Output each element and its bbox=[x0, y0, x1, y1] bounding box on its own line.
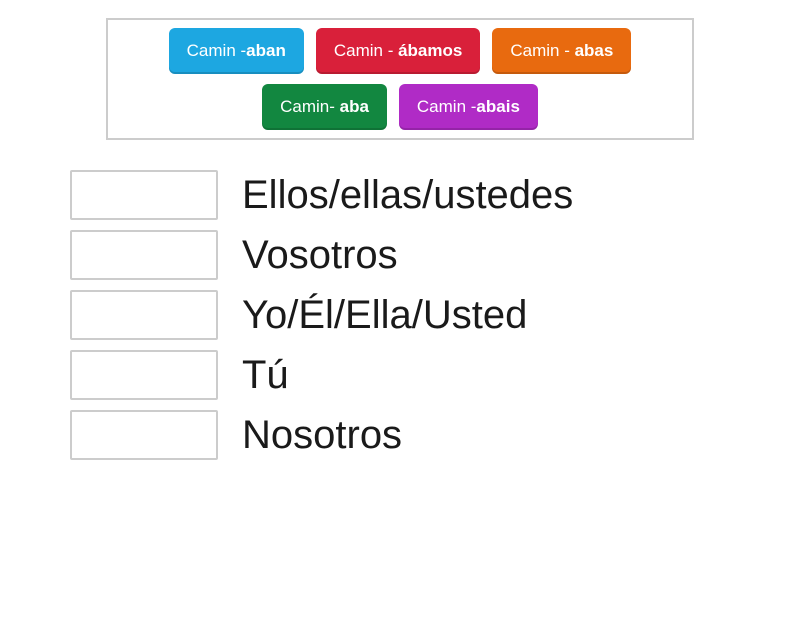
prompt-label: Tú bbox=[242, 354, 289, 396]
tile-abamos[interactable]: Camin - ábamos bbox=[316, 28, 480, 74]
tile-suffix: aban bbox=[246, 41, 286, 60]
dropzone[interactable] bbox=[70, 170, 218, 220]
dropzone[interactable] bbox=[70, 410, 218, 460]
tile-suffix: ábamos bbox=[398, 41, 462, 60]
tile-prefix: Camin - bbox=[334, 41, 398, 60]
tile-prefix: Camin - bbox=[510, 41, 574, 60]
match-row: Yo/Él/Ella/Usted bbox=[70, 290, 800, 340]
prompt-label: Yo/Él/Ella/Usted bbox=[242, 294, 527, 336]
prompt-label: Ellos/ellas/ustedes bbox=[242, 174, 573, 216]
tile-suffix: aba bbox=[340, 97, 369, 116]
dropzone[interactable] bbox=[70, 350, 218, 400]
tile-suffix: abais bbox=[476, 97, 519, 116]
dropzone[interactable] bbox=[70, 290, 218, 340]
match-list: Ellos/ellas/ustedes Vosotros Yo/Él/Ella/… bbox=[70, 170, 800, 460]
tile-tray: Camin -aban Camin - ábamos Camin - abas … bbox=[106, 18, 694, 140]
match-row: Nosotros bbox=[70, 410, 800, 460]
match-row: Tú bbox=[70, 350, 800, 400]
tile-abas[interactable]: Camin - abas bbox=[492, 28, 631, 74]
match-row: Ellos/ellas/ustedes bbox=[70, 170, 800, 220]
tile-prefix: Camin- bbox=[280, 97, 340, 116]
dropzone[interactable] bbox=[70, 230, 218, 280]
tile-prefix: Camin - bbox=[187, 41, 247, 60]
prompt-label: Nosotros bbox=[242, 414, 402, 456]
match-row: Vosotros bbox=[70, 230, 800, 280]
prompt-label: Vosotros bbox=[242, 234, 398, 276]
tile-aban[interactable]: Camin -aban bbox=[169, 28, 304, 74]
tile-aba[interactable]: Camin- aba bbox=[262, 84, 387, 130]
tile-suffix: abas bbox=[575, 41, 614, 60]
tile-prefix: Camin - bbox=[417, 97, 477, 116]
tile-abais[interactable]: Camin -abais bbox=[399, 84, 538, 130]
